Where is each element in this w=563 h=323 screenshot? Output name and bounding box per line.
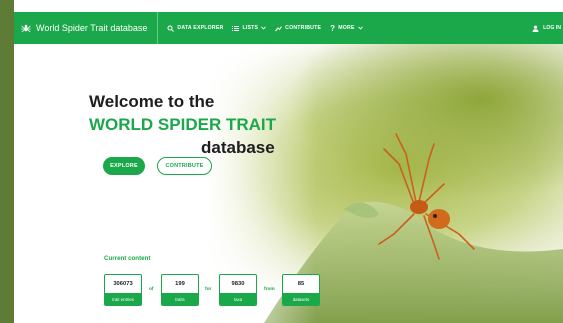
nav-data-explorer[interactable]: DATA EXPLORER (167, 25, 223, 32)
hero-title-line1: Welcome to the (89, 92, 215, 111)
nav-lists-label: LISTS (242, 25, 259, 31)
connector-text: for (205, 287, 212, 292)
stat-label: datasets (283, 293, 319, 305)
connector-text: from (264, 287, 275, 292)
user-icon (532, 25, 539, 32)
brand-link[interactable]: World Spider Trait database (14, 12, 159, 44)
login-button[interactable]: LOG IN (532, 12, 561, 44)
brand-title: World Spider Trait database (36, 23, 148, 33)
window-frame-left (0, 0, 14, 323)
stat-label: trait entries (105, 293, 141, 305)
stat-value: 85 (297, 281, 305, 287)
spider-logo-icon (21, 23, 31, 33)
contribute-button[interactable]: CONTRIBUTE (157, 157, 212, 175)
nav-lists[interactable]: LISTS (232, 25, 266, 32)
page-top-margin (0, 0, 563, 12)
nav-contribute[interactable]: CONTRIBUTE (275, 25, 321, 32)
stat-label: taxa (220, 293, 256, 305)
stat-traits: 199 traits (161, 274, 199, 306)
current-content-heading: Current content (104, 255, 151, 262)
nav-data-explorer-label: DATA EXPLORER (177, 25, 224, 31)
hero-title-line3: database (201, 138, 275, 157)
connector-text: of (149, 287, 154, 292)
stat-trait-entries: 306073 trait entries (104, 274, 142, 306)
stat-value: 199 (175, 281, 185, 287)
list-icon (232, 25, 240, 31)
stat-taxa: 9830 taxa (219, 274, 257, 306)
chevron-down-icon (357, 26, 363, 30)
stat-value: 306073 (113, 281, 133, 287)
nav-more[interactable]: ? MORE (330, 23, 363, 33)
search-icon (167, 25, 175, 32)
chart-trend-icon (275, 25, 283, 31)
nav-contribute-label: CONTRIBUTE (285, 25, 322, 31)
hero-title-line2: WORLD SPIDER TRAIT (89, 115, 276, 134)
stat-label: traits (162, 293, 198, 305)
question-icon: ? (330, 23, 336, 33)
top-navbar: World Spider Trait database DATA EXPLORE… (14, 12, 563, 44)
explore-button[interactable]: EXPLORE (103, 157, 145, 175)
chevron-down-icon (261, 26, 266, 30)
stat-datasets: 85 datasets (282, 274, 320, 306)
nav-more-label: MORE (338, 25, 355, 31)
login-label: LOG IN (543, 25, 561, 31)
stat-value: 9830 (231, 281, 245, 287)
